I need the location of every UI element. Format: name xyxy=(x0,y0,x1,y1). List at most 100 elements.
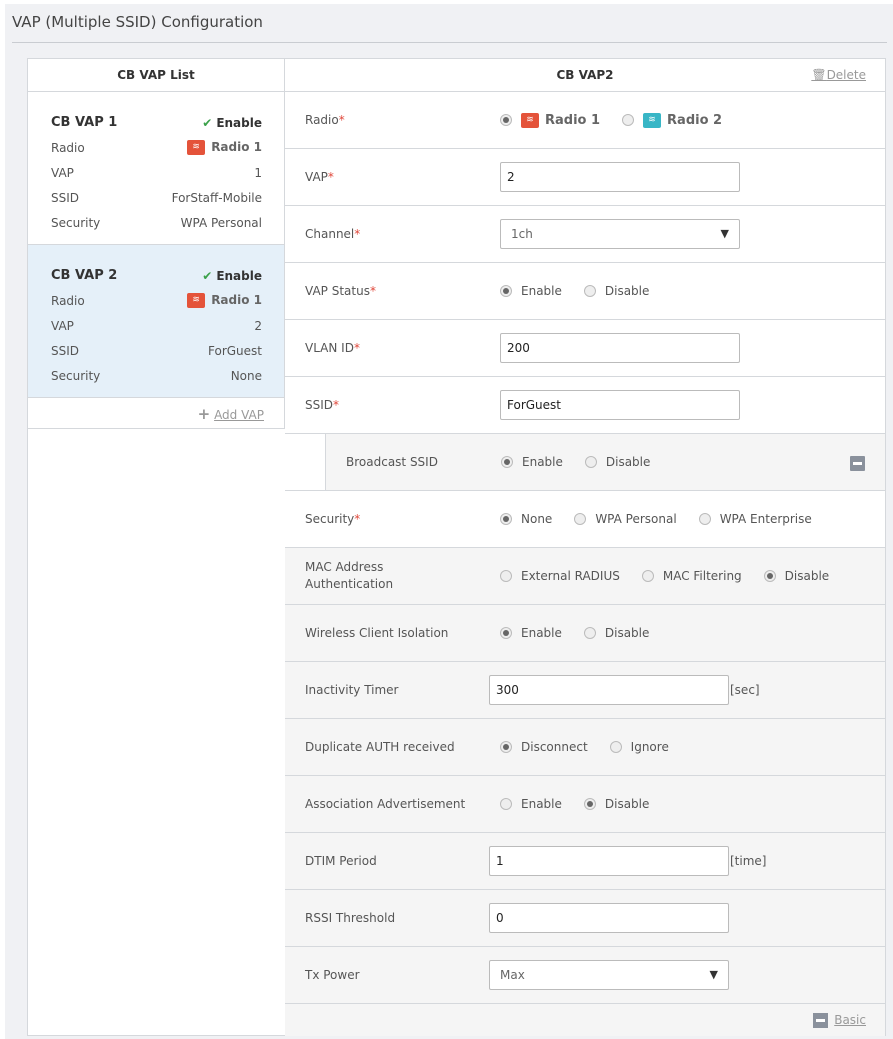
vap-status-disable[interactable]: Disable xyxy=(583,284,650,298)
rssi-threshold-input[interactable]: 0 xyxy=(489,903,729,933)
option-label: Disable xyxy=(604,797,650,811)
radio-button[interactable] xyxy=(500,741,512,753)
dtim-period-input[interactable]: 1 xyxy=(489,846,729,876)
vap-input[interactable]: 2 xyxy=(500,162,740,192)
required-mark: * xyxy=(369,283,376,298)
security-wpa-personal[interactable]: WPA Personal xyxy=(574,512,677,526)
delete-button[interactable]: 🗑Delete xyxy=(811,59,866,91)
radio-button[interactable] xyxy=(500,114,512,126)
inactivity-label: Inactivity Timer xyxy=(305,682,399,697)
dup-auth-disconnect[interactable]: Disconnect xyxy=(500,740,588,754)
vap-label: VAP xyxy=(305,169,328,184)
assoc-adv-enable[interactable]: Enable xyxy=(500,797,562,811)
field-value: 1 xyxy=(254,165,262,180)
channel-select[interactable]: 1ch ▼ xyxy=(500,219,740,249)
collapse-minus-icon xyxy=(813,1013,829,1028)
isolation-disable[interactable]: Disable xyxy=(583,626,649,640)
radio-button[interactable] xyxy=(500,513,512,525)
radio-button[interactable] xyxy=(698,513,711,525)
unit-label: [sec] xyxy=(730,683,760,697)
channel-value: 1ch xyxy=(511,227,533,241)
vap-list: CB VAP List CB VAP 1 ✔ Enable Radio ≋ Radio … xyxy=(28,59,285,429)
assoc-adv-disable[interactable]: Disable xyxy=(583,797,650,811)
vap-list-title: CB VAP List xyxy=(28,59,284,92)
radio-button[interactable] xyxy=(500,285,512,297)
inactivity-timer-input[interactable]: 300 xyxy=(489,675,729,705)
option-label: Radio 2 xyxy=(667,112,723,128)
option-label: Disconnect xyxy=(521,740,588,754)
vap-list-item[interactable]: CB VAP 1 ✔ Enable Radio ≋ Radio 1 VAP 1 SSID F… xyxy=(28,92,284,245)
radio-button[interactable] xyxy=(584,456,597,468)
delete-label: Delete xyxy=(826,68,866,82)
dup-auth-ignore[interactable]: Ignore xyxy=(609,740,669,754)
required-mark: * xyxy=(338,112,345,127)
vap-status-enable[interactable]: Enable xyxy=(500,284,562,298)
dup-auth-label: Duplicate AUTH received xyxy=(305,739,455,754)
radio-button[interactable] xyxy=(763,570,776,582)
field-label: Security xyxy=(51,368,101,383)
field-label: SSID xyxy=(51,190,80,205)
dtim-label: DTIM Period xyxy=(305,853,377,868)
field-value: None xyxy=(230,368,262,383)
option-label: Disable xyxy=(784,569,830,583)
basic-toggle[interactable]: Basic xyxy=(285,1004,885,1036)
check-icon: ✔ xyxy=(202,268,213,283)
radio-button[interactable] xyxy=(622,114,635,126)
chevron-down-icon: ▼ xyxy=(720,227,729,240)
page: VAP (Multiple SSID) Configuration CB VAP… xyxy=(5,4,893,1039)
wifi-icon: ≋ xyxy=(187,293,206,308)
security-wpa-enterprise[interactable]: WPA Enterprise xyxy=(698,512,812,526)
option-label: Enable xyxy=(522,455,563,469)
mac-auth-mac-filtering[interactable]: MAC Filtering xyxy=(641,569,742,583)
isolation-enable[interactable]: Enable xyxy=(500,626,562,640)
broadcast-disable[interactable]: Disable xyxy=(584,455,650,469)
page-title: VAP (Multiple SSID) Configuration xyxy=(12,13,263,31)
field-label: Security xyxy=(51,215,101,230)
vlan-id-input[interactable]: 200 xyxy=(500,333,740,363)
radio-button[interactable] xyxy=(641,570,654,582)
radio-button[interactable] xyxy=(583,798,596,810)
radio-button[interactable] xyxy=(583,627,596,639)
radio-button[interactable] xyxy=(500,570,512,582)
field-label: SSID xyxy=(51,343,80,358)
mac-auth-label: MAC Address xyxy=(305,560,384,574)
broadcast-ssid-label: Broadcast SSID xyxy=(346,454,438,469)
field-value: ForStaff-Mobile xyxy=(171,190,262,205)
tx-power-select[interactable]: Max ▼ xyxy=(489,960,729,990)
tx-power-value: Max xyxy=(500,968,525,982)
radio-button[interactable] xyxy=(574,513,587,525)
option-label: Disable xyxy=(604,284,650,298)
field-value: ForGuest xyxy=(208,343,262,358)
security-none[interactable]: None xyxy=(500,512,552,526)
radio-button[interactable] xyxy=(583,285,596,297)
vap-list-item-selected[interactable]: CB VAP 2 ✔ Enable Radio ≋ Radio 1 VAP 2 SSID F… xyxy=(28,245,284,398)
field-value: 2 xyxy=(254,318,262,333)
unit-label: [time] xyxy=(730,854,767,868)
vap-status-label: VAP Status xyxy=(305,283,370,298)
tx-power-label: Tx Power xyxy=(305,967,360,982)
radio-button[interactable] xyxy=(501,456,513,468)
field-label: Radio xyxy=(51,293,85,308)
radio-button[interactable] xyxy=(500,798,512,810)
plus-icon: + xyxy=(197,405,211,423)
option-label: WPA Personal xyxy=(595,512,677,526)
radio-button[interactable] xyxy=(500,627,512,639)
required-mark: * xyxy=(354,511,361,526)
add-vap-button[interactable]: + Add VAP xyxy=(28,398,284,430)
radio-button[interactable] xyxy=(609,741,622,753)
collapse-minus-icon[interactable] xyxy=(850,456,865,471)
radio-2-option[interactable]: ≋ Radio 2 xyxy=(622,112,723,128)
vap-detail: CB VAP2 🗑Delete Radio* ≋ Radio 1 ≋ Radio 2… xyxy=(285,59,885,1036)
field-value: WPA Personal xyxy=(180,215,262,230)
broadcast-enable[interactable]: Enable xyxy=(501,455,563,469)
ssid-input[interactable]: ForGuest xyxy=(500,390,740,420)
add-vap-label: Add VAP xyxy=(214,408,264,422)
option-label: MAC Filtering xyxy=(662,569,742,583)
mac-auth-external-radius[interactable]: External RADIUS xyxy=(500,569,620,583)
check-icon: ✔ xyxy=(202,115,213,130)
mac-auth-disable[interactable]: Disable xyxy=(763,569,830,583)
rssi-label: RSSI Threshold xyxy=(305,910,396,925)
chevron-down-icon: ▼ xyxy=(709,968,718,981)
radio-1-option[interactable]: ≋ Radio 1 xyxy=(500,112,600,128)
option-label: Enable xyxy=(521,626,562,640)
